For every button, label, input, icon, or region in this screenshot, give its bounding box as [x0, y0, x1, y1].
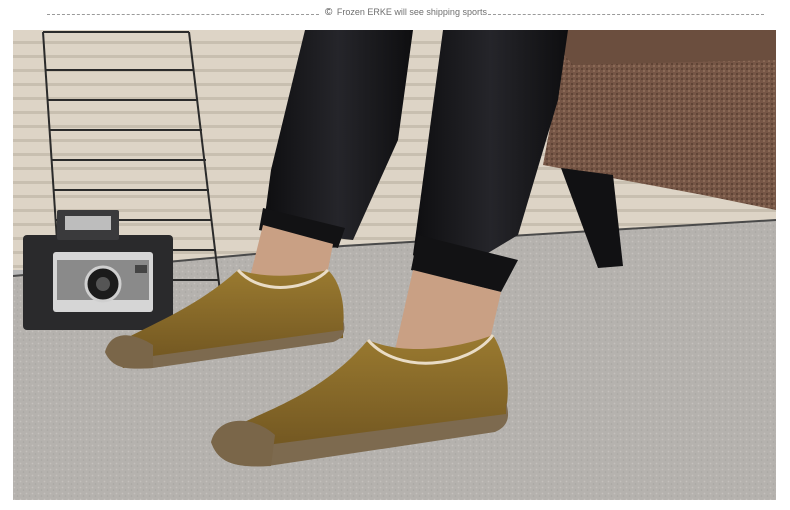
banner-caption: © Frozen ERKE will see shipping sports — [325, 7, 487, 18]
dashed-rule-left — [47, 14, 319, 15]
caption-text: Frozen ERKE will see shipping sports — [336, 7, 487, 17]
dashed-rule-right — [488, 14, 764, 15]
banner-header: © Frozen ERKE will see shipping sports — [0, 0, 790, 30]
product-photo — [13, 30, 776, 500]
copyright-icon: © — [325, 7, 333, 18]
